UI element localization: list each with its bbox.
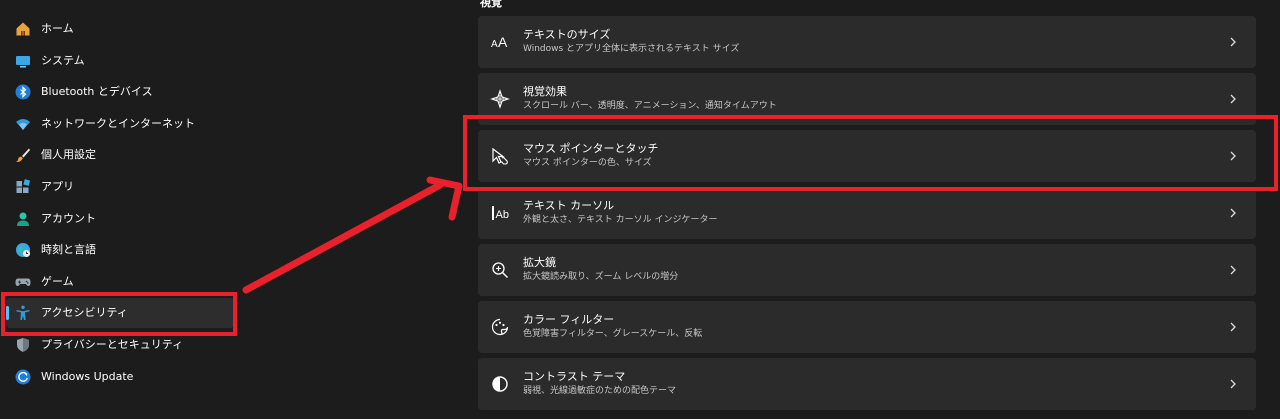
visual-effects-icon bbox=[490, 89, 510, 109]
sidebar-item-label: ネットワークとインターネット bbox=[41, 117, 195, 130]
chevron-right-icon bbox=[1228, 34, 1238, 50]
setting-card-mouse-pointer-touch[interactable]: マウス ポインターとタッチ マウス ポインターの色、サイズ bbox=[478, 130, 1256, 182]
card-subtitle: 外観と太さ、テキスト カーソル インジケーター bbox=[523, 215, 718, 225]
accessibility-icon bbox=[15, 305, 31, 321]
sidebar-item-label: プライバシーとセキュリティ bbox=[41, 338, 184, 351]
sidebar-item-label: アプリ bbox=[41, 180, 74, 193]
globe-icon bbox=[15, 242, 31, 258]
sidebar-item-accounts[interactable]: アカウント bbox=[6, 204, 234, 234]
card-title: 視覚効果 bbox=[523, 85, 567, 98]
system-icon bbox=[15, 53, 31, 69]
card-subtitle: 拡大鏡読み取り、ズーム レベルの増分 bbox=[523, 272, 679, 282]
card-subtitle: Windows とアプリ全体に表示されるテキスト サイズ bbox=[523, 44, 740, 54]
svg-text:Ab: Ab bbox=[496, 209, 509, 221]
color-filter-icon bbox=[490, 317, 510, 337]
sidebar-item-network[interactable]: ネットワークとインターネット bbox=[6, 109, 234, 139]
chevron-right-icon bbox=[1228, 91, 1238, 107]
mouse-pointer-icon bbox=[490, 146, 510, 166]
sidebar-item-label: システム bbox=[41, 54, 85, 67]
sidebar-item-label: 時刻と言語 bbox=[41, 243, 96, 256]
card-title: テキスト カーソル bbox=[523, 199, 615, 212]
sidebar-item-apps[interactable]: アプリ bbox=[6, 172, 234, 202]
chevron-right-icon bbox=[1228, 319, 1238, 335]
sidebar-item-label: アカウント bbox=[41, 212, 96, 225]
sidebar-item-label: 個人用設定 bbox=[41, 148, 96, 161]
sidebar-item-privacy-security[interactable]: プライバシーとセキュリティ bbox=[6, 330, 234, 360]
contrast-icon bbox=[490, 374, 510, 394]
card-subtitle: マウス ポインターの色、サイズ bbox=[523, 158, 652, 168]
sidebar-item-gaming[interactable]: ゲーム bbox=[6, 267, 234, 297]
sidebar-item-system[interactable]: システム bbox=[6, 46, 234, 76]
setting-card-contrast-themes[interactable]: コントラスト テーマ 弱視、光線過敏症のための配色テーマ bbox=[478, 358, 1256, 410]
section-heading: 視覚 bbox=[480, 0, 502, 9]
chevron-right-icon bbox=[1228, 376, 1238, 392]
setting-card-color-filters[interactable]: カラー フィルター 色覚障害フィルター、グレースケール、反転 bbox=[478, 301, 1256, 353]
card-title: コントラスト テーマ bbox=[523, 370, 626, 383]
chevron-right-icon bbox=[1228, 262, 1238, 278]
magnifier-icon bbox=[490, 260, 510, 280]
sidebar-item-home[interactable]: ホーム bbox=[6, 14, 234, 44]
card-title: カラー フィルター bbox=[523, 313, 615, 326]
text-size-icon: AA bbox=[490, 32, 510, 52]
sidebar-item-label: ホーム bbox=[41, 22, 74, 35]
account-icon bbox=[15, 211, 31, 227]
setting-card-magnifier[interactable]: 拡大鏡 拡大鏡読み取り、ズーム レベルの増分 bbox=[478, 244, 1256, 296]
update-icon bbox=[15, 369, 31, 385]
brush-icon bbox=[15, 147, 31, 163]
card-subtitle: スクロール バー、透明度、アニメーション、通知タイムアウト bbox=[523, 101, 777, 111]
active-indicator bbox=[6, 306, 9, 320]
setting-card-visual-effects[interactable]: 視覚効果 スクロール バー、透明度、アニメーション、通知タイムアウト bbox=[478, 73, 1256, 125]
sidebar-item-accessibility[interactable]: アクセシビリティ bbox=[6, 298, 234, 328]
sidebar-nav: ホーム システム Bluetooth とデバイス ネットワークとインターネット … bbox=[0, 0, 460, 419]
wifi-icon bbox=[15, 116, 31, 132]
setting-card-text-cursor[interactable]: Ab テキスト カーソル 外観と太さ、テキスト カーソル インジケーター bbox=[478, 187, 1256, 239]
gamepad-icon bbox=[15, 274, 31, 290]
svg-text:A: A bbox=[498, 34, 508, 50]
card-title: マウス ポインターとタッチ bbox=[523, 142, 659, 155]
card-title: テキストのサイズ bbox=[523, 28, 611, 41]
setting-card-text-size[interactable]: AA テキストのサイズ Windows とアプリ全体に表示されるテキスト サイズ bbox=[478, 16, 1256, 68]
card-title: 拡大鏡 bbox=[523, 256, 556, 269]
shield-icon bbox=[15, 337, 31, 353]
chevron-right-icon bbox=[1228, 148, 1238, 164]
sidebar-item-time-language[interactable]: 時刻と言語 bbox=[6, 235, 234, 265]
sidebar-item-label: Windows Update bbox=[41, 370, 134, 383]
sidebar-item-label: アクセシビリティ bbox=[41, 306, 128, 319]
bluetooth-icon bbox=[15, 84, 31, 100]
text-cursor-icon: Ab bbox=[490, 203, 510, 223]
home-icon bbox=[15, 21, 31, 37]
chevron-right-icon bbox=[1228, 205, 1238, 221]
sidebar-item-label: Bluetooth とデバイス bbox=[41, 85, 153, 98]
apps-icon bbox=[15, 179, 31, 195]
accessibility-settings-panel: 視覚 AA テキストのサイズ Windows とアプリ全体に表示されるテキスト … bbox=[460, 0, 1280, 419]
sidebar-item-bluetooth[interactable]: Bluetooth とデバイス bbox=[6, 77, 234, 107]
card-subtitle: 弱視、光線過敏症のための配色テーマ bbox=[523, 386, 677, 396]
sidebar-item-windows-update[interactable]: Windows Update bbox=[6, 362, 234, 392]
sidebar-item-label: ゲーム bbox=[41, 275, 74, 288]
sidebar-item-personalization[interactable]: 個人用設定 bbox=[6, 140, 234, 170]
card-subtitle: 色覚障害フィルター、グレースケール、反転 bbox=[523, 329, 703, 339]
svg-text:A: A bbox=[491, 39, 498, 50]
